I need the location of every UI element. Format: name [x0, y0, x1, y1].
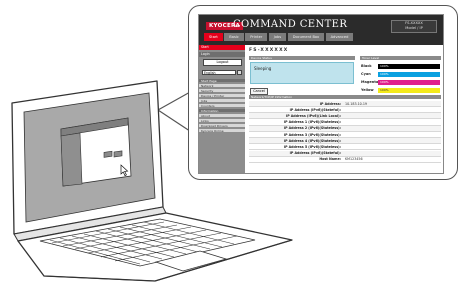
model-line-2: Model / IP [405, 26, 423, 31]
language-go-button[interactable] [237, 70, 242, 75]
toner-fill: 100% [378, 71, 440, 77]
sidebar-item-counters[interactable]: Counters [199, 104, 245, 109]
language-select[interactable]: English [202, 70, 236, 75]
toner-row-yellow: Yellow 100% [360, 87, 441, 94]
cancel-button[interactable]: Cancel [250, 88, 268, 95]
toner-bar: 100% [378, 63, 440, 69]
logout-button[interactable]: Logout [203, 59, 242, 66]
tab-document-box[interactable]: Document Box [287, 33, 325, 41]
sidebar-login-heading: Login [199, 52, 245, 57]
toner-fill: 100% [378, 87, 440, 93]
sidebar-item-download-drivers[interactable]: Download Drivers [199, 124, 245, 129]
table-row: IP Address 5 (IPv6)(Stateless): [249, 144, 441, 151]
toner-percent: 100% [380, 79, 389, 84]
illustration: KYOCERA COMMAND CENTER FS-XXXXX Model / … [0, 0, 461, 284]
tab-printer[interactable]: Printer [245, 33, 268, 41]
cc-header: KYOCERA COMMAND CENTER FS-XXXXX Model / … [199, 15, 443, 45]
network-row-label: IP Address: [319, 101, 341, 106]
toner-percent: 100% [380, 63, 389, 68]
sidebar-item-start-page[interactable]: Start Page [199, 79, 245, 84]
table-row: IP Address (IPv6)(Stateful): [249, 150, 441, 157]
sidebar-item-information[interactable]: Information [199, 109, 245, 114]
table-row: IP Address (IPv6)(Stateful): [249, 107, 441, 114]
device-status-panel: Sleeping [250, 62, 354, 84]
toner-label: Magenta [361, 80, 379, 84]
table-row: IP Address 1 (IPv6)(Stateless): [249, 120, 441, 126]
network-row-label: IP Address 3 (IPv6)(Stateless): [283, 132, 341, 137]
screen-button-2 [113, 150, 123, 158]
toner-label: Black [361, 64, 372, 68]
sidebar-item-links[interactable]: Links [199, 119, 245, 124]
toner-label: Yellow [361, 88, 374, 92]
network-row-label: IP Address (IPv6)(Stateful): [289, 151, 341, 156]
tab-start[interactable]: Start [204, 33, 223, 41]
device-status-heading: Device Status [249, 56, 355, 60]
screen-button-1 [103, 150, 113, 158]
table-row: IP Address 3 (IPv6)(Stateless): [249, 132, 441, 138]
screen-window-sidebar [60, 132, 83, 187]
app-title: COMMAND CENTER [233, 19, 348, 30]
page-title: FS-XXXXXX [249, 48, 289, 53]
tab-advanced[interactable]: Advanced [325, 33, 354, 41]
network-row-value: KM123456 [345, 157, 363, 162]
network-row-label: IP Address 5 (IPv6)(Stateless): [283, 144, 341, 149]
toner-fill: 100% [378, 63, 440, 69]
table-row: IP Address 2 (IPv6)(Stateless): [249, 125, 441, 132]
network-row-value: 10.183.10.19 [345, 101, 368, 106]
network-row-label: IP Address 4 (IPv6)(Stateless): [283, 138, 341, 143]
network-row-label: IP Address 1 (IPv6)(Stateless): [283, 120, 341, 125]
network-row-label: IP Address 2 (IPv6)(Stateless): [283, 126, 341, 131]
toner-fill: 100% [378, 79, 440, 85]
main-content: FS-XXXXXX Device Status Sleeping Cancel … [247, 45, 443, 173]
callout-bubble: KYOCERA COMMAND CENTER FS-XXXXX Model / … [188, 5, 458, 180]
toner-label: Cyan [361, 72, 371, 76]
network-row-label: IP Address (IPv6)(Link Local): [285, 113, 341, 118]
command-center-window: KYOCERA COMMAND CENTER FS-XXXXX Model / … [198, 14, 444, 174]
main-nav: Start Basic Printer Jobs Document Box Ad… [204, 33, 354, 41]
sidebar-item-about[interactable]: About [199, 114, 245, 119]
sidebar-item-network[interactable]: Network [199, 84, 245, 89]
sidebar-item-security[interactable]: Security [199, 89, 245, 94]
toner-bar: 100% [378, 71, 440, 77]
network-row-label: IP Address (IPv6)(Stateful): [289, 107, 341, 112]
sidebar-item-device[interactable]: Device / Printer [199, 94, 245, 99]
toner-row-cyan: Cyan 100% [360, 71, 441, 78]
toner-bar: 100% [378, 79, 440, 85]
sidebar-start[interactable]: Start [199, 45, 245, 50]
table-row: IP Address 4 (IPv6)(Stateless): [249, 138, 441, 145]
network-row-label: Host Name: [319, 157, 341, 162]
network-heading: Network/TCP/IP Information [249, 95, 441, 99]
model-info-box: FS-XXXXX Model / IP [391, 20, 437, 33]
toner-percent: 100% [380, 87, 389, 92]
table-row: Host Name: KM123456 [249, 157, 441, 163]
toner-percent: 100% [380, 71, 389, 76]
tab-jobs[interactable]: Jobs [268, 33, 287, 41]
sidebar-item-online[interactable]: Kyocera Online [199, 129, 245, 134]
sidebar: Start Login Logout English Start Page Ne… [199, 45, 245, 173]
toner-heading: Toner Level [360, 56, 441, 60]
table-row: IP Address (IPv6)(Link Local): [249, 113, 441, 120]
tab-basic[interactable]: Basic [224, 33, 244, 41]
toner-row-magenta: Magenta 100% [360, 79, 441, 86]
toner-bar: 100% [378, 87, 440, 93]
sidebar-item-jobs[interactable]: Jobs [199, 99, 245, 104]
toner-row-black: Black 100% [360, 63, 441, 70]
table-row: IP Address: 10.183.10.19 [249, 101, 441, 107]
device-status-message: Sleeping [254, 66, 272, 71]
